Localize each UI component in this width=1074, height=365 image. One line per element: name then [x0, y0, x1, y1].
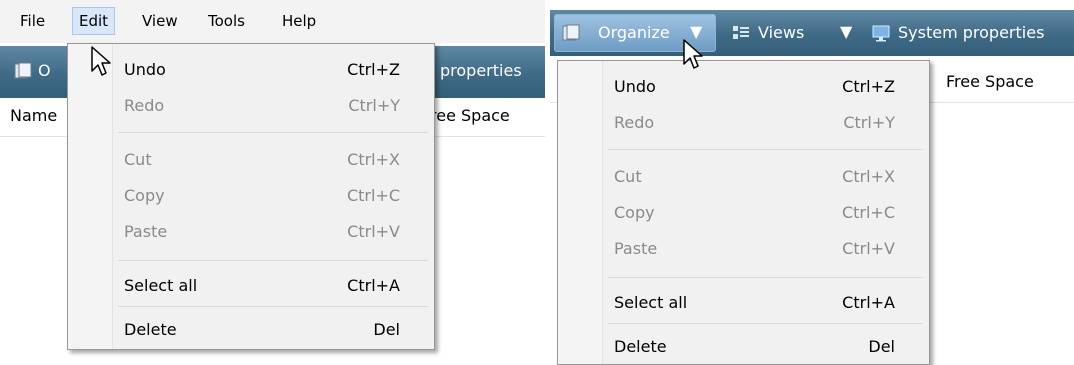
menu-item-label: Cut — [124, 150, 152, 169]
menu-item-shortcut: Ctrl+Z — [842, 77, 895, 96]
mouse-pointer-icon — [90, 45, 112, 77]
menu-view-label: View — [142, 12, 178, 30]
menu-item-label: Cut — [614, 167, 642, 186]
menu-item-shortcut: Ctrl+A — [347, 276, 400, 295]
system-properties-label: System properties — [898, 23, 1045, 42]
command-toolbar: Organize ▼ Views ▼ System properties — [550, 10, 1074, 56]
organize-label-partial: O — [38, 61, 51, 80]
menu-item-shortcut: Ctrl+C — [841, 203, 895, 222]
menu-item-shortcut: Ctrl+C — [346, 186, 400, 205]
menu-help-label: Help — [282, 12, 317, 30]
menu-item-shortcut: Ctrl+A — [842, 293, 895, 312]
menu-item-shortcut: Ctrl+X — [842, 167, 895, 186]
system-properties-icon[interactable] — [872, 24, 890, 42]
menu-bar: File Edit View Tools Help — [0, 0, 545, 43]
menu-item-paste[interactable]: Paste Ctrl+V — [112, 216, 434, 250]
column-name[interactable]: Name — [10, 106, 57, 125]
menu-item-delete[interactable]: Delete Del — [112, 314, 434, 348]
menu-item-undo[interactable]: Undo Ctrl+Z — [112, 54, 434, 88]
chevron-down-icon[interactable]: ▼ — [840, 22, 852, 41]
menu-item-shortcut: Del — [373, 320, 400, 339]
menu-item-redo[interactable]: Redo Ctrl+Y — [112, 90, 434, 124]
menu-edit[interactable]: Edit — [72, 7, 116, 35]
menu-separator — [608, 277, 923, 278]
column-free-space[interactable]: Free Space — [946, 72, 1034, 91]
organize-menu-dropdown: Undo Ctrl+Z Redo Ctrl+Y Cut Ctrl+X Copy … — [557, 60, 930, 365]
menu-gutter — [68, 44, 113, 349]
organize-label: Organize — [598, 23, 670, 42]
menu-item-label: Redo — [124, 96, 165, 115]
menu-gutter — [558, 61, 603, 364]
menu-item-redo[interactable]: Redo Ctrl+Y — [602, 107, 929, 141]
mouse-pointer-icon — [682, 38, 704, 70]
menu-item-shortcut: Ctrl+X — [347, 150, 400, 169]
menu-item-label: Undo — [614, 77, 656, 96]
menu-item-delete[interactable]: Delete Del — [602, 331, 929, 365]
menu-file[interactable]: File — [14, 8, 51, 34]
menu-item-label: Delete — [124, 320, 177, 339]
menu-separator — [608, 149, 923, 150]
organize-icon — [562, 24, 580, 42]
menu-item-copy[interactable]: Copy Ctrl+C — [602, 197, 929, 231]
menu-separator — [118, 132, 428, 133]
menu-item-shortcut: Ctrl+Y — [843, 113, 895, 132]
column-free-space[interactable]: ree Space — [430, 106, 510, 125]
menu-item-label: Delete — [614, 337, 667, 356]
menu-item-paste[interactable]: Paste Ctrl+V — [602, 233, 929, 267]
system-properties-label-partial: properties — [440, 61, 522, 80]
menu-item-copy[interactable]: Copy Ctrl+C — [112, 180, 434, 214]
left-screenshot-panel: File Edit View Tools Help O properties N… — [0, 0, 545, 365]
organize-icon[interactable] — [14, 62, 32, 80]
menu-separator — [118, 306, 428, 307]
menu-item-shortcut: Ctrl+V — [842, 239, 895, 258]
right-screenshot-panel: Organize ▼ Views ▼ System properties Fre… — [550, 0, 1074, 365]
menu-item-label: Redo — [614, 113, 655, 132]
views-icon[interactable] — [732, 24, 750, 42]
menu-edit-label: Edit — [79, 12, 109, 30]
menu-file-label: File — [20, 12, 46, 30]
menu-tools-label: Tools — [208, 12, 245, 30]
menu-item-undo[interactable]: Undo Ctrl+Z — [602, 71, 929, 105]
menu-item-label: Undo — [124, 60, 166, 79]
menu-item-label: Copy — [614, 203, 655, 222]
menu-item-select-all[interactable]: Select all Ctrl+A — [602, 287, 929, 321]
menu-item-shortcut: Ctrl+Y — [348, 96, 400, 115]
menu-item-label: Select all — [614, 293, 688, 312]
menu-item-shortcut: Ctrl+Z — [347, 60, 400, 79]
views-label: Views — [758, 23, 805, 42]
menu-tools[interactable]: Tools — [202, 8, 251, 34]
menu-item-shortcut: Ctrl+V — [347, 222, 400, 241]
edit-menu-dropdown: Undo Ctrl+Z Redo Ctrl+Y Cut Ctrl+X Copy … — [67, 43, 435, 350]
menu-item-select-all[interactable]: Select all Ctrl+A — [112, 270, 434, 304]
menu-item-cut[interactable]: Cut Ctrl+X — [602, 161, 929, 195]
menu-item-shortcut: Del — [868, 337, 895, 356]
menu-item-label: Copy — [124, 186, 165, 205]
menu-item-cut[interactable]: Cut Ctrl+X — [112, 144, 434, 178]
menu-item-label: Paste — [614, 239, 658, 258]
menu-separator — [608, 323, 923, 324]
menu-item-label: Select all — [124, 276, 198, 295]
menu-item-label: Paste — [124, 222, 168, 241]
menu-separator — [118, 260, 428, 261]
menu-view[interactable]: View — [136, 8, 184, 34]
menu-help[interactable]: Help — [276, 8, 322, 34]
